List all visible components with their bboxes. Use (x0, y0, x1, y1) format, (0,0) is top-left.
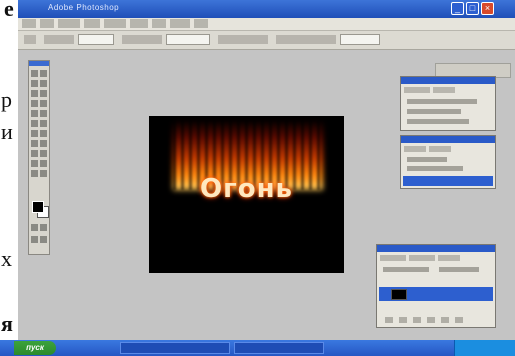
notes-tool-icon[interactable] (31, 160, 38, 167)
adjustment-layer-icon[interactable] (427, 317, 435, 323)
maximize-button[interactable]: □ (466, 2, 479, 15)
new-set-icon[interactable] (413, 317, 421, 323)
gradient-tool-icon[interactable] (40, 120, 47, 127)
menu-edit[interactable] (40, 19, 54, 28)
new-layer-icon[interactable] (441, 317, 449, 323)
menu-image[interactable] (58, 19, 80, 28)
taskbar-item[interactable] (120, 342, 230, 354)
move-tool-icon[interactable] (40, 70, 47, 77)
option-control[interactable] (276, 35, 336, 44)
menu-filter[interactable] (130, 19, 148, 28)
menu-select[interactable] (104, 19, 126, 28)
type-tool-icon[interactable] (40, 140, 47, 147)
image-canvas[interactable]: Огонь (149, 116, 344, 273)
photoshop-window: Adobe Photoshop _ □ × Огонь (18, 0, 515, 340)
panel-tab[interactable] (429, 146, 451, 152)
slice-tool-icon[interactable] (40, 90, 47, 97)
eraser-tool-icon[interactable] (31, 120, 38, 127)
system-tray (454, 340, 515, 356)
panel-row (407, 119, 469, 124)
panel-row (407, 99, 477, 104)
layer-style-icon[interactable] (385, 317, 393, 323)
panel-title-bar[interactable] (401, 77, 495, 84)
opacity-field[interactable] (439, 267, 479, 272)
marquee-tool-icon[interactable] (31, 70, 38, 77)
menu-help[interactable] (194, 19, 208, 28)
crop-tool-icon[interactable] (31, 90, 38, 97)
panel-tab[interactable] (404, 87, 430, 93)
quick-mask-icon[interactable] (31, 224, 38, 231)
option-control[interactable] (122, 35, 162, 44)
quick-mask-icon[interactable] (40, 224, 47, 231)
minimize-button[interactable]: _ (451, 2, 464, 15)
path-select-tool-icon[interactable] (31, 140, 38, 147)
panel-title-bar[interactable] (377, 245, 495, 252)
history-brush-tool-icon[interactable] (40, 110, 47, 117)
option-field[interactable] (166, 34, 210, 45)
navigator-panel (400, 76, 496, 131)
panel-row (407, 166, 463, 171)
tab-channels[interactable] (409, 255, 435, 261)
lasso-tool-icon[interactable] (31, 80, 38, 87)
brush-tool-icon[interactable] (40, 100, 47, 107)
panel-row (407, 109, 461, 114)
zoom-tool-icon[interactable] (40, 170, 47, 177)
title-bar[interactable]: Adobe Photoshop _ □ × (18, 0, 515, 18)
magic-wand-tool-icon[interactable] (40, 80, 47, 87)
taskbar: пуск (0, 340, 515, 356)
menu-window[interactable] (170, 19, 190, 28)
layer-thumbnail (391, 289, 407, 300)
selected-row[interactable] (403, 176, 493, 186)
toolbox (28, 60, 50, 255)
option-field[interactable] (340, 34, 380, 45)
blend-mode-select[interactable] (383, 267, 429, 272)
menu-layer[interactable] (84, 19, 100, 28)
swatches-panel (400, 135, 496, 189)
tab-layers[interactable] (380, 255, 406, 261)
taskbar-item[interactable] (234, 342, 324, 354)
eyedropper-tool-icon[interactable] (40, 160, 47, 167)
healing-tool-icon[interactable] (31, 100, 38, 107)
close-button[interactable]: × (481, 2, 494, 15)
trash-icon[interactable] (455, 317, 463, 323)
doc-fragment-kh: х (1, 246, 12, 271)
screen-mode-icon[interactable] (40, 236, 47, 243)
option-control[interactable] (218, 35, 268, 44)
layer-mask-icon[interactable] (399, 317, 407, 323)
layers-panel (376, 244, 496, 328)
menu-bar (18, 18, 515, 31)
doc-fragment-p: р (1, 87, 12, 112)
screen-mode-icon[interactable] (31, 236, 38, 243)
window-title: Adobe Photoshop (48, 3, 120, 12)
doc-fragment-ya: я (1, 311, 13, 336)
panel-title-bar[interactable] (401, 136, 495, 143)
panel-row (407, 157, 447, 162)
option-field[interactable] (78, 34, 114, 45)
shape-tool-icon[interactable] (40, 150, 47, 157)
stamp-tool-icon[interactable] (31, 110, 38, 117)
hand-tool-icon[interactable] (31, 170, 38, 177)
dodge-tool-icon[interactable] (40, 130, 47, 137)
foreground-color-swatch[interactable] (32, 201, 44, 213)
doc-fragment-top: е (4, 0, 14, 21)
start-button[interactable]: пуск (14, 341, 56, 355)
blur-tool-icon[interactable] (31, 130, 38, 137)
menu-file[interactable] (22, 19, 36, 28)
option-control[interactable] (44, 35, 74, 44)
panel-tab[interactable] (433, 87, 455, 93)
doc-fragment-i: и (1, 119, 13, 144)
toolbox-header[interactable] (29, 61, 49, 66)
tool-preset-icon[interactable] (24, 35, 36, 44)
pen-tool-icon[interactable] (31, 150, 38, 157)
tab-paths[interactable] (438, 255, 460, 261)
menu-view[interactable] (152, 19, 166, 28)
options-bar (18, 31, 515, 78)
panel-tab[interactable] (404, 146, 426, 152)
canvas-text: Огонь (200, 174, 293, 204)
